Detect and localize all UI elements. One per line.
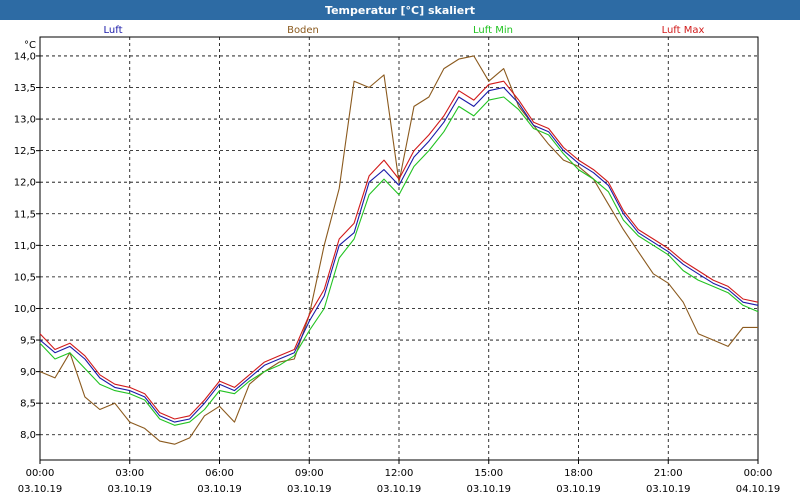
y-tick-label: 12,5 [14,146,36,157]
legend-entry-luft: Luft [104,25,123,36]
y-tick-label: 11,0 [14,241,36,252]
y-tick-label: 8,5 [20,399,36,410]
x-tick-time-label: 06:00 [205,468,234,479]
x-tick-date-label: 03.10.19 [466,484,511,495]
x-tick-date-label: 03.10.19 [107,484,152,495]
x-tick-time-label: 00:00 [744,468,773,479]
x-tick-date-label: 03.10.19 [197,484,242,495]
y-tick-label: 9,5 [20,336,36,347]
temperature-chart: Luft Boden Luft Min Luft Max 14,0 13,5 13,0 12… [14,25,781,495]
legend-entry-luft-min: Luft Min [473,25,513,36]
chart-title: Temperatur [°C] skaliert [0,0,800,20]
y-tick-label: 12,0 [14,178,36,189]
x-tick-time-label: 09:00 [295,468,324,479]
x-tick-date-label: 03.10.19 [18,484,63,495]
x-tick-time-label: 12:00 [385,468,414,479]
x-tick-time-label: 21:00 [654,468,683,479]
x-tick-time-label: 03:00 [115,468,144,479]
x-tick-date-label: 03.10.19 [646,484,691,495]
y-tick-label: 11,5 [14,209,36,220]
x-tick-time-label: 00:00 [26,468,55,479]
legend-entry-luft-max: Luft Max [662,25,705,36]
y-tick-label: 13,0 [14,115,36,126]
y-axis-unit-label: °C [24,40,36,51]
y-tick-label: 9,0 [20,367,36,378]
legend-entry-boden: Boden [287,25,319,36]
x-tick-date-label: 04.10.19 [736,484,781,495]
x-tick-date-label: 03.10.19 [287,484,332,495]
y-tick-label: 10,5 [14,272,36,283]
x-tick-date-label: 03.10.19 [556,484,601,495]
y-tick-label: 8,0 [20,430,36,441]
x-tick-time-label: 18:00 [564,468,593,479]
x-tick-time-label: 15:00 [474,468,503,479]
x-tick-date-label: 03.10.19 [377,484,422,495]
y-tick-label: 13,5 [14,83,36,94]
y-tick-label: 10,0 [14,304,36,315]
y-tick-label: 14,0 [14,51,36,62]
